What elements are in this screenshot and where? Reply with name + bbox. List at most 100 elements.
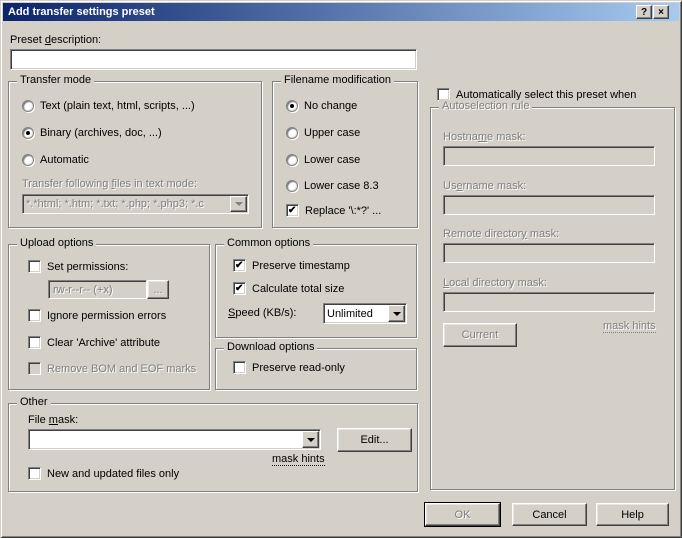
radio-icon[interactable] (286, 100, 298, 112)
filename-lower-case-83-label: Lower case 8.3 (304, 180, 379, 192)
edit-button[interactable]: Edit... (337, 428, 412, 452)
mask-hints-link-label: mask hints (603, 320, 656, 332)
mask-hints-link[interactable]: mask hints (272, 453, 325, 466)
checkbox-icon[interactable] (28, 260, 41, 273)
username-mask-field (443, 195, 655, 215)
text-mode-files-combo: *.*html; *.htm; *.txt; *.php; *.php3; *.… (22, 194, 249, 214)
preset-description-input[interactable] (10, 49, 417, 70)
preserve-read-only-checkbox-row[interactable]: Preserve read-only (233, 361, 345, 374)
current-button-label: Current (462, 329, 499, 341)
remote-directory-mask-field (443, 243, 655, 263)
filename-lower-case-83-radio[interactable]: Lower case 8.3 (286, 180, 379, 192)
chevron-down-icon (393, 312, 401, 320)
local-directory-mask-label: Local directory mask: (443, 277, 547, 289)
speed-combo[interactable]: Unlimited (323, 303, 407, 324)
checkbox-icon[interactable] (233, 259, 246, 272)
username-mask-label: Username mask: (443, 180, 526, 192)
text-mode-files-label: Transfer following files in text mode: (22, 178, 197, 190)
checkbox-icon[interactable] (28, 336, 41, 349)
chevron-down-icon (307, 438, 315, 446)
download-options-group-title: Download options (224, 341, 317, 353)
window-title: Add transfer settings preset (3, 6, 155, 18)
checkbox-icon (28, 362, 41, 375)
ok-button-label: OK (455, 509, 471, 521)
file-mask-combo[interactable] (28, 429, 321, 450)
help-icon: ? (641, 7, 647, 18)
radio-icon[interactable] (22, 100, 34, 112)
filename-modification-group-title: Filename modification (281, 74, 394, 86)
file-mask-value (29, 430, 301, 449)
new-and-updated-label: New and updated files only (47, 468, 179, 480)
help-button[interactable]: ? (636, 5, 652, 19)
filename-replace-label: Replace '\:*?' ... (305, 205, 381, 217)
file-mask-label: File mask: (28, 414, 78, 426)
ignore-permission-errors-checkbox-row[interactable]: Ignore permission errors (28, 309, 166, 322)
checkbox-icon[interactable] (233, 361, 246, 374)
autoselection-rule-group-title: Autoselection rule (439, 100, 532, 112)
radio-icon[interactable] (286, 127, 298, 139)
radio-icon[interactable] (286, 180, 298, 192)
hostname-mask-field (443, 146, 655, 166)
set-permissions-checkbox-row[interactable]: Set permissions: (28, 260, 128, 273)
help-button-bottom[interactable]: Help (596, 503, 669, 526)
preset-description-label: Preset description: (10, 34, 101, 46)
auto-select-preset-label: Automatically select this preset when (456, 89, 636, 101)
clear-archive-checkbox-row[interactable]: Clear 'Archive' attribute (28, 336, 160, 349)
remove-bom-checkbox-row: Remove BOM and EOF marks (28, 362, 196, 375)
transfer-mode-automatic-radio[interactable]: Automatic (22, 154, 89, 166)
transfer-mode-binary-radio[interactable]: Binary (archives, doc, ...) (22, 127, 162, 139)
permissions-field: rw-r--r-- (+x) (48, 280, 147, 299)
checkbox-icon[interactable] (233, 282, 246, 295)
mask-hints-link-autoselect: mask hints (603, 320, 656, 333)
ignore-permission-errors-label: Ignore permission errors (47, 310, 166, 322)
local-directory-mask-field (443, 292, 655, 312)
ellipsis-icon: ... (153, 284, 162, 296)
set-permissions-label: Set permissions: (47, 261, 128, 273)
filename-lower-case-label: Lower case (304, 154, 360, 166)
current-button: Current (443, 323, 517, 347)
speed-label: Speed (KB/s): (228, 307, 296, 319)
cancel-button-label: Cancel (532, 509, 566, 521)
dropdown-button[interactable] (302, 431, 319, 448)
remove-bom-label: Remove BOM and EOF marks (47, 363, 196, 375)
preserve-timestamp-label: Preserve timestamp (252, 260, 350, 272)
filename-no-change-radio[interactable]: No change (286, 100, 357, 112)
transfer-mode-text-radio[interactable]: Text (plain text, html, scripts, ...) (22, 100, 195, 112)
chevron-down-icon (235, 202, 243, 210)
permissions-value: rw-r--r-- (+x) (53, 284, 113, 296)
filename-upper-case-radio[interactable]: Upper case (286, 127, 360, 139)
filename-lower-case-radio[interactable]: Lower case (286, 154, 360, 166)
close-button[interactable]: × (653, 5, 669, 19)
filename-no-change-label: No change (304, 100, 357, 112)
transfer-mode-text-label: Text (plain text, html, scripts, ...) (40, 100, 195, 112)
edit-button-label: Edit... (360, 434, 388, 446)
transfer-mode-group-title: Transfer mode (17, 74, 94, 86)
hostname-mask-label: Hostname mask: (443, 131, 526, 143)
ok-button: OK (425, 503, 500, 526)
new-and-updated-checkbox-row[interactable]: New and updated files only (28, 467, 179, 480)
transfer-mode-binary-label: Binary (archives, doc, ...) (40, 127, 162, 139)
filename-upper-case-label: Upper case (304, 127, 360, 139)
radio-icon[interactable] (22, 127, 34, 139)
preserve-timestamp-checkbox-row[interactable]: Preserve timestamp (233, 259, 350, 272)
transfer-mode-automatic-label: Automatic (40, 154, 89, 166)
remote-directory-mask-label: Remote directory mask: (443, 228, 559, 240)
dropdown-button[interactable] (388, 305, 405, 322)
calculate-total-size-label: Calculate total size (252, 283, 344, 295)
dropdown-button (230, 196, 247, 212)
speed-value: Unlimited (324, 304, 387, 323)
filename-replace-checkbox-row[interactable]: Replace '\:*?' ... (286, 204, 381, 217)
checkbox-icon[interactable] (286, 204, 299, 217)
upload-options-group-title: Upload options (17, 237, 96, 249)
cancel-button[interactable]: Cancel (512, 503, 587, 526)
close-icon: × (658, 7, 664, 18)
checkbox-icon[interactable] (28, 309, 41, 322)
permissions-browse-button: ... (147, 280, 169, 299)
preserve-read-only-label: Preserve read-only (252, 362, 345, 374)
checkbox-icon[interactable] (28, 467, 41, 480)
radio-icon[interactable] (286, 154, 298, 166)
clear-archive-label: Clear 'Archive' attribute (47, 337, 160, 349)
titlebar[interactable]: Add transfer settings preset ? × (3, 3, 679, 21)
calculate-total-size-checkbox-row[interactable]: Calculate total size (233, 282, 344, 295)
radio-icon[interactable] (22, 154, 34, 166)
